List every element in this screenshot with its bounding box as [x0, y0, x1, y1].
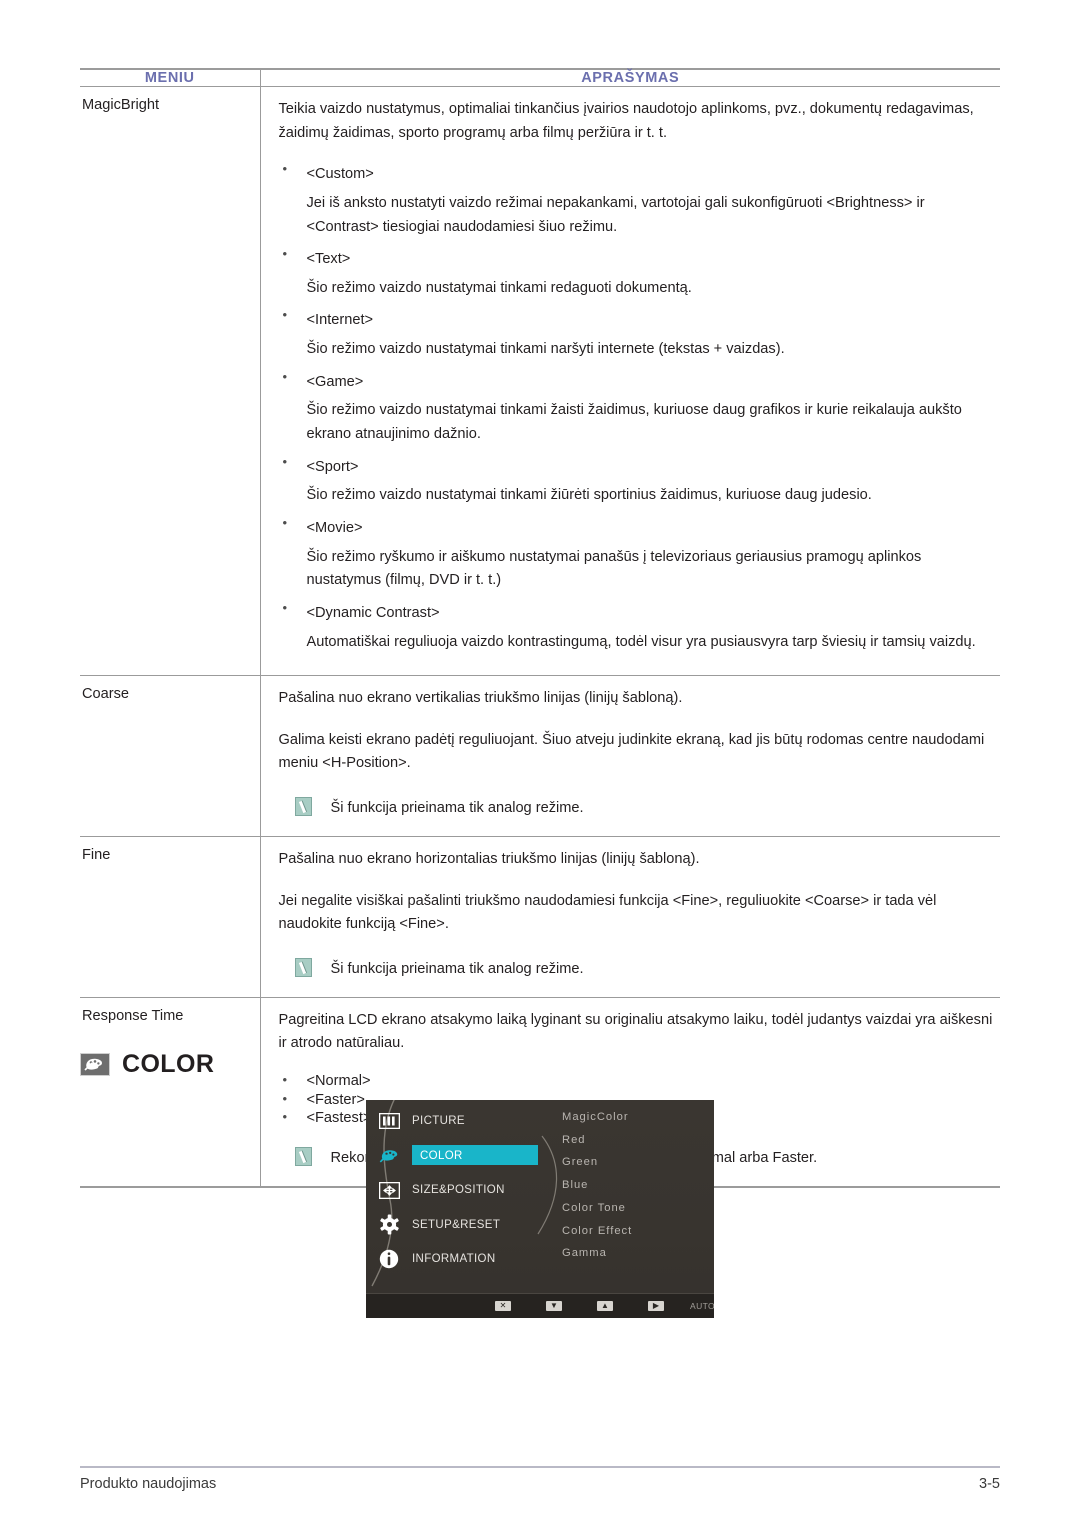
- exit-button[interactable]: ✕: [495, 1301, 511, 1311]
- list-item: <Internet> Šio režimo vaizdo nustatymai …: [279, 308, 995, 361]
- move-icon: [378, 1179, 400, 1201]
- osd-submenu-item-color-effect[interactable]: Color Effect: [562, 1225, 712, 1237]
- osd-submenu-item-green[interactable]: Green: [562, 1157, 712, 1168]
- description-magicbright: Teikia vaizdo nustatymus, optimaliai tin…: [259, 86, 1000, 677]
- note-icon: [294, 1146, 312, 1166]
- note-block: Ši funkcija prieinama tik analog režime.: [279, 957, 995, 981]
- osd-item-label: INFORMATION: [412, 1253, 496, 1265]
- description-detail: Jei negalite visiškai pašalinti triukšmo…: [278, 892, 937, 933]
- close-icon: ✕: [499, 1301, 507, 1310]
- chevron-up-icon: ▲: [601, 1301, 609, 1310]
- osd-submenu-item-gamma[interactable]: Gamma: [562, 1248, 712, 1259]
- option-title: <Internet>: [306, 312, 374, 329]
- table-header-row: MENIU APRAŠYMAS: [80, 68, 1000, 87]
- osd-item-setup-reset[interactable]: SETUP&RESET: [366, 1210, 556, 1240]
- info-icon: [378, 1248, 400, 1270]
- description-intro: Pašalina nuo ekrano vertikalias triukšmo…: [278, 690, 683, 707]
- table-header: MENIU APRAŠYMAS: [80, 68, 1000, 87]
- list-item: <Sport> Šio režimo vaizdo nustatymai tin…: [279, 455, 995, 508]
- menu-name-magicbright: MagicBright: [80, 86, 260, 677]
- option-body: Šio režimo ryškumo ir aiškumo nustatymai…: [306, 548, 922, 589]
- document-page: MENIU APRAŠYMAS MagicBright Teikia vaizd…: [0, 0, 1080, 1527]
- description-intro: Pašalina nuo ekrano horizontalias triukš…: [278, 850, 700, 867]
- note-block: Ši funkcija prieinama tik analog režime.: [279, 797, 995, 820]
- osd-item-size-position[interactable]: SIZE&POSITION: [366, 1175, 556, 1205]
- column-header-menu: MENIU: [80, 68, 260, 87]
- up-button[interactable]: ▲: [597, 1301, 613, 1311]
- list-item: <Text> Šio režimo vaizdo nustatymai tink…: [279, 247, 995, 300]
- option-body: Šio režimo vaizdo nustatymai tinkami red…: [306, 279, 692, 296]
- section-heading-color: COLOR: [80, 1050, 214, 1079]
- osd-item-label: SETUP&RESET: [412, 1218, 501, 1231]
- option-title: <Dynamic Contrast>: [306, 604, 440, 621]
- option-title: <Game>: [306, 373, 364, 390]
- picture-icon: [378, 1110, 400, 1132]
- down-button[interactable]: ▼: [546, 1301, 562, 1311]
- magicbright-option-list: <Custom> Jei iš anksto nustatyti vaizdo …: [279, 162, 995, 654]
- list-item: <Game> Šio režimo vaizdo nustatymai tink…: [279, 370, 995, 447]
- note-text: Ši funkcija prieinama tik analog režime.: [330, 960, 584, 977]
- palette-icon: [378, 1145, 400, 1167]
- osd-item-color[interactable]: COLOR: [366, 1141, 556, 1171]
- footer-divider: [80, 1466, 1000, 1468]
- osd-submenu-item-blue[interactable]: Blue: [562, 1179, 712, 1191]
- menu-name-response-time: Response Time: [80, 997, 260, 1188]
- osd-submenu-item-magiccolor[interactable]: MagicColor: [562, 1111, 712, 1123]
- page-title: COLOR: [122, 1050, 215, 1078]
- option-body: Šio režimo vaizdo nustatymai tinkami nar…: [306, 341, 785, 358]
- column-header-description: APRAŠYMAS: [259, 68, 1000, 87]
- table-body: MagicBright Teikia vaizdo nustatymus, op…: [80, 86, 1000, 1188]
- osd-button-bar: ✕ ▼ ▲ ▶ AUTO ⏻: [366, 1293, 714, 1318]
- description-intro: Pagreitina LCD ekrano atsakymo laiką lyg…: [278, 1011, 993, 1052]
- list-item: <Custom> Jei iš anksto nustatyti vaizdo …: [279, 162, 995, 239]
- description-detail: Galima keisti ekrano padėtį reguliuojant…: [278, 731, 985, 772]
- footer-chapter-title: Produkto naudojimas: [80, 1476, 217, 1492]
- osd-item-information[interactable]: INFORMATION: [366, 1244, 556, 1274]
- gear-icon: [378, 1214, 400, 1236]
- osd-main-menu: PICTURE COLOR SIZE&POSITION SETUP&RESET …: [366, 1106, 556, 1279]
- list-item: <Movie> Šio režimo ryškumo ir aiškumo nu…: [279, 516, 995, 593]
- palette-icon: [80, 1053, 110, 1076]
- option-title: <Custom>: [306, 166, 374, 183]
- note-icon: [294, 797, 312, 817]
- list-item: <Dynamic Contrast> Automatiškai reguliuo…: [279, 601, 995, 654]
- note-icon: [294, 957, 312, 977]
- table-row: MagicBright Teikia vaizdo nustatymus, op…: [80, 86, 1000, 677]
- osd-submenu: MagicColor Red Green Blue Color Tone Col…: [562, 1111, 712, 1271]
- description-intro: Teikia vaizdo nustatymus, optimaliai tin…: [278, 101, 974, 141]
- menu-name-coarse: Coarse: [80, 675, 260, 837]
- option-body: Šio režimo vaizdo nustatymai tinkami žiū…: [306, 487, 872, 504]
- osd-item-label: PICTURE: [412, 1115, 465, 1127]
- osd-submenu-item-color-tone[interactable]: Color Tone: [562, 1202, 712, 1214]
- option-title: <Sport>: [306, 458, 359, 475]
- footer-page-number: 3-5: [979, 1476, 1000, 1492]
- table-row: Fine Pašalina nuo ekrano horizontalias t…: [80, 836, 1000, 998]
- osd-item-label: COLOR: [420, 1149, 463, 1162]
- option-body: Jei iš anksto nustatyti vaizdo režimai n…: [306, 194, 925, 235]
- osd-item-label: SIZE&POSITION: [412, 1184, 505, 1196]
- menu-name-fine: Fine: [80, 836, 260, 998]
- option-body: Automatiškai reguliuoja vaizdo kontrasti…: [306, 633, 976, 650]
- play-icon: ▶: [652, 1301, 660, 1310]
- auto-button[interactable]: AUTO: [690, 1301, 714, 1311]
- description-coarse: Pašalina nuo ekrano vertikalias triukšmo…: [259, 675, 1000, 837]
- note-text: Ši funkcija prieinama tik analog režime.: [330, 800, 584, 817]
- list-item: <Normal>: [279, 1073, 995, 1089]
- menu-description-table: MENIU APRAŠYMAS MagicBright Teikia vaizd…: [80, 68, 1000, 1188]
- enter-button[interactable]: ▶: [648, 1301, 664, 1311]
- chevron-down-icon: ▼: [550, 1301, 558, 1310]
- osd-submenu-item-red[interactable]: Red: [562, 1134, 712, 1146]
- osd-item-picture[interactable]: PICTURE: [366, 1106, 556, 1136]
- table-row: Coarse Pašalina nuo ekrano vertikalias t…: [80, 675, 1000, 837]
- option-body: Šio režimo vaizdo nustatymai tinkami žai…: [306, 402, 962, 443]
- option-title: <Movie>: [306, 519, 363, 536]
- page-footer: Produkto naudojimas 3-5: [80, 1476, 1000, 1492]
- description-fine: Pašalina nuo ekrano horizontalias triukš…: [259, 836, 1000, 998]
- option-title: <Text>: [306, 251, 351, 268]
- osd-menu-screenshot: PICTURE COLOR SIZE&POSITION SETUP&RESET …: [366, 1100, 714, 1318]
